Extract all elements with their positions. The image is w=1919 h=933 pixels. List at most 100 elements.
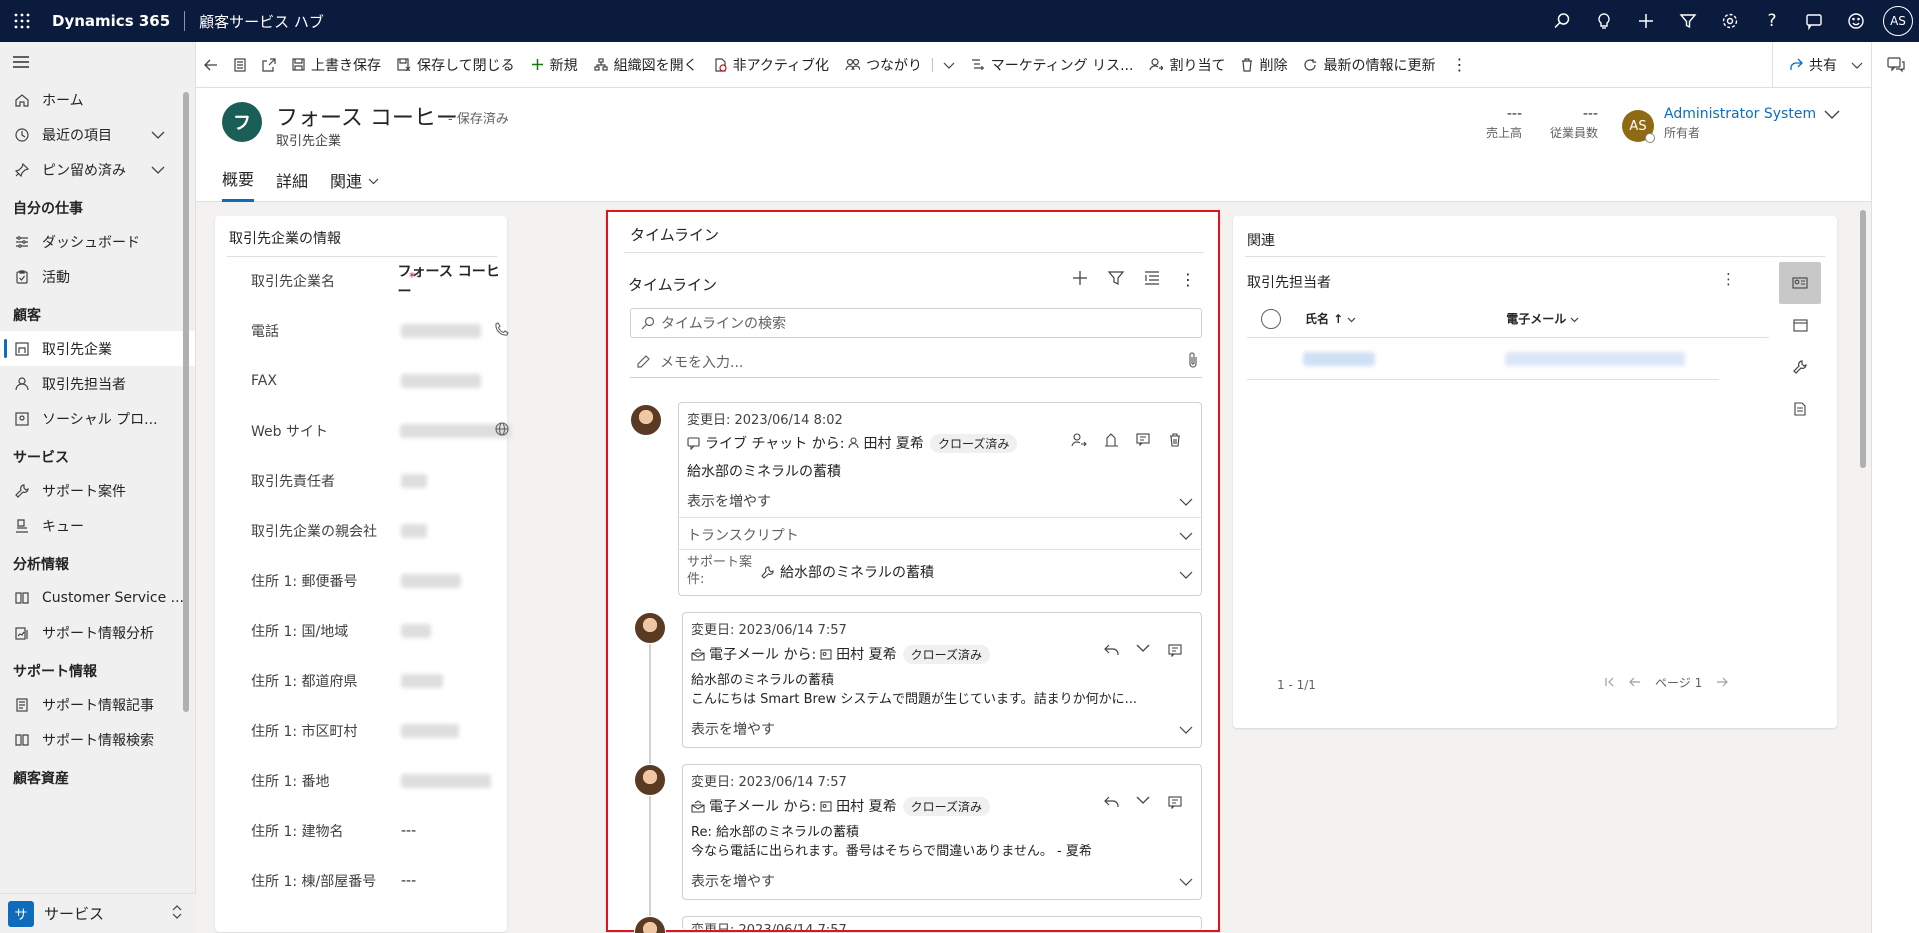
entry-person[interactable]: 田村 夏希 (836, 796, 896, 816)
chevron-down-icon[interactable] (151, 127, 165, 143)
note-icon[interactable] (1159, 644, 1191, 657)
field-prefecture[interactable]: 住所 1: 都道府県 (251, 666, 511, 696)
field-value-redacted[interactable] (401, 624, 431, 638)
marketing-list-button[interactable]: マーケティング リス... (963, 42, 1142, 88)
document-icon[interactable] (1779, 388, 1821, 430)
case-section[interactable]: サポート案件: 給水部のミネラルの蓄積 (679, 549, 1201, 595)
field-value[interactable]: --- (401, 823, 416, 839)
share-button[interactable]: 共有 (1781, 42, 1871, 88)
table-row[interactable] (1247, 338, 1719, 380)
trash-icon[interactable] (1159, 433, 1191, 447)
app-name[interactable]: 顧客サービス ハブ (199, 11, 324, 32)
chevron-down-icon[interactable] (151, 162, 165, 178)
chat-icon[interactable] (1793, 0, 1835, 42)
assign-icon[interactable] (1063, 433, 1095, 447)
wrench-icon[interactable] (1779, 346, 1821, 388)
scrollbar[interactable] (1860, 210, 1866, 468)
form-view-button[interactable] (226, 42, 254, 88)
field-street[interactable]: 住所 1: 番地 (251, 766, 511, 796)
show-more-link[interactable]: 表示を増やす (691, 871, 775, 891)
smiley-icon[interactable] (1835, 0, 1877, 42)
show-more-link[interactable]: 表示を増やす (691, 719, 775, 739)
brand-name[interactable]: Dynamics 365 (52, 12, 170, 30)
entry-person[interactable]: 田村 夏希 (836, 644, 896, 664)
field-value-redacted[interactable] (401, 474, 427, 488)
timeline-entry-email[interactable]: 変更日: 2023/06/14 7:57 電子メール から: 田村 夏希 クロー… (682, 764, 1202, 900)
add-icon[interactable] (1062, 270, 1098, 289)
timeline-search-input[interactable]: タイムラインの検索 (630, 308, 1202, 338)
gear-icon[interactable] (1709, 0, 1751, 42)
window-icon[interactable] (1779, 304, 1821, 346)
field-postal-code[interactable]: 住所 1: 郵便番号 (251, 566, 511, 596)
user-avatar[interactable]: AS (1883, 6, 1913, 36)
reply-icon[interactable] (1095, 644, 1127, 657)
scrollbar[interactable] (183, 92, 189, 712)
chevron-down-icon[interactable] (1179, 723, 1193, 738)
column-header-email[interactable]: 電子メール (1506, 310, 1579, 327)
field-account-name[interactable]: 取引先企業名 * フォース コーヒー (251, 264, 511, 300)
entry-person[interactable]: 田村 夏希 (863, 433, 923, 453)
sort-icon[interactable] (1134, 270, 1170, 289)
field-fax[interactable]: FAX (251, 366, 511, 396)
back-button[interactable] (196, 42, 226, 88)
save-close-button[interactable]: 保存して閉じる (389, 42, 523, 88)
chevron-down-icon[interactable] (1127, 644, 1159, 657)
deactivate-button[interactable]: 非アクティブ化 (706, 42, 837, 88)
nav-item-recent[interactable]: 最近の項目 (0, 117, 195, 152)
field-room[interactable]: 住所 1: 棟/部屋番号 --- (251, 866, 511, 896)
org-chart-button[interactable]: 組織図を開く (586, 42, 706, 88)
next-page-icon[interactable] (1716, 676, 1729, 690)
field-value-redacted[interactable] (401, 724, 459, 738)
tab-details[interactable]: 詳細 (276, 166, 308, 202)
chevron-down-icon[interactable] (1851, 57, 1863, 73)
field-parent-account[interactable]: 取引先企業の親会社 (251, 516, 511, 546)
owner-avatar[interactable]: AS (1622, 110, 1655, 143)
help-icon[interactable]: ? (1751, 0, 1793, 42)
chevron-down-icon[interactable] (1179, 495, 1193, 510)
nav-item-kb-analytics[interactable]: サポート情報分析 (0, 615, 195, 650)
assign-button[interactable]: 割り当て (1141, 42, 1233, 88)
attachment-icon[interactable] (1188, 351, 1198, 372)
conversation-icon[interactable] (1872, 42, 1919, 88)
area-switcher[interactable]: サ サービス (0, 893, 196, 933)
contact-email-redacted[interactable] (1505, 352, 1685, 366)
field-value-redacted[interactable] (401, 774, 491, 788)
nav-item-activities[interactable]: 活動 (0, 259, 195, 294)
plus-icon[interactable] (1625, 0, 1667, 42)
phone-icon[interactable] (495, 322, 509, 340)
contacts-card-icon[interactable] (1779, 262, 1821, 304)
field-country[interactable]: 住所 1: 国/地域 (251, 616, 511, 646)
nav-item-cs-insights[interactable]: Customer Service ... (0, 580, 195, 615)
nav-item-contacts[interactable]: 取引先担当者 (0, 366, 195, 401)
lightbulb-icon[interactable] (1583, 0, 1625, 42)
show-more-link[interactable]: 表示を増やす (687, 491, 771, 511)
note-icon[interactable] (1127, 433, 1159, 447)
nav-item-dashboard[interactable]: ダッシュボード (0, 224, 195, 259)
nav-item-accounts[interactable]: 取引先企業 (0, 331, 195, 366)
chevron-down-icon[interactable] (1179, 529, 1193, 544)
field-value-redacted[interactable] (401, 374, 481, 388)
chevron-down-icon[interactable] (1179, 568, 1193, 583)
filter-icon[interactable] (1098, 270, 1134, 289)
more-options-icon[interactable]: ⋮ (1721, 270, 1736, 288)
timeline-entry-email[interactable]: 変更日: 2023/06/14 7:57 電子メール から: 田村 夏希 クロー… (682, 612, 1202, 748)
nav-item-kb-articles[interactable]: サポート情報記事 (0, 687, 195, 722)
nav-item-pinned[interactable]: ピン留め済み (0, 152, 195, 187)
field-primary-contact[interactable]: 取引先責任者 (251, 466, 511, 496)
nav-item-cases[interactable]: サポート案件 (0, 473, 195, 508)
reply-icon[interactable] (1095, 796, 1127, 809)
nav-item-social-profiles[interactable]: ソーシャル プロ... (0, 401, 195, 436)
filter-icon[interactable] (1667, 0, 1709, 42)
search-icon[interactable] (1541, 0, 1583, 42)
nav-item-queues[interactable]: キュー (0, 508, 195, 543)
header-expand-icon[interactable] (1824, 108, 1840, 123)
chevron-down-icon[interactable] (1179, 875, 1193, 890)
delete-button[interactable]: 削除 (1233, 42, 1295, 88)
convert-to-case-icon[interactable] (1095, 433, 1127, 447)
field-city[interactable]: 住所 1: 市区町村 (251, 716, 511, 746)
field-website[interactable]: Web サイト (251, 416, 511, 446)
save-button[interactable]: 上書き保存 (284, 42, 389, 88)
timeline-entry-email[interactable]: 変更日: 2023/06/14 7:57 (682, 916, 1202, 930)
field-building[interactable]: 住所 1: 建物名 --- (251, 816, 511, 846)
timeline-entry-chat[interactable]: 変更日: 2023/06/14 8:02 ライブ チャット から: 田村 夏希 … (678, 402, 1202, 596)
